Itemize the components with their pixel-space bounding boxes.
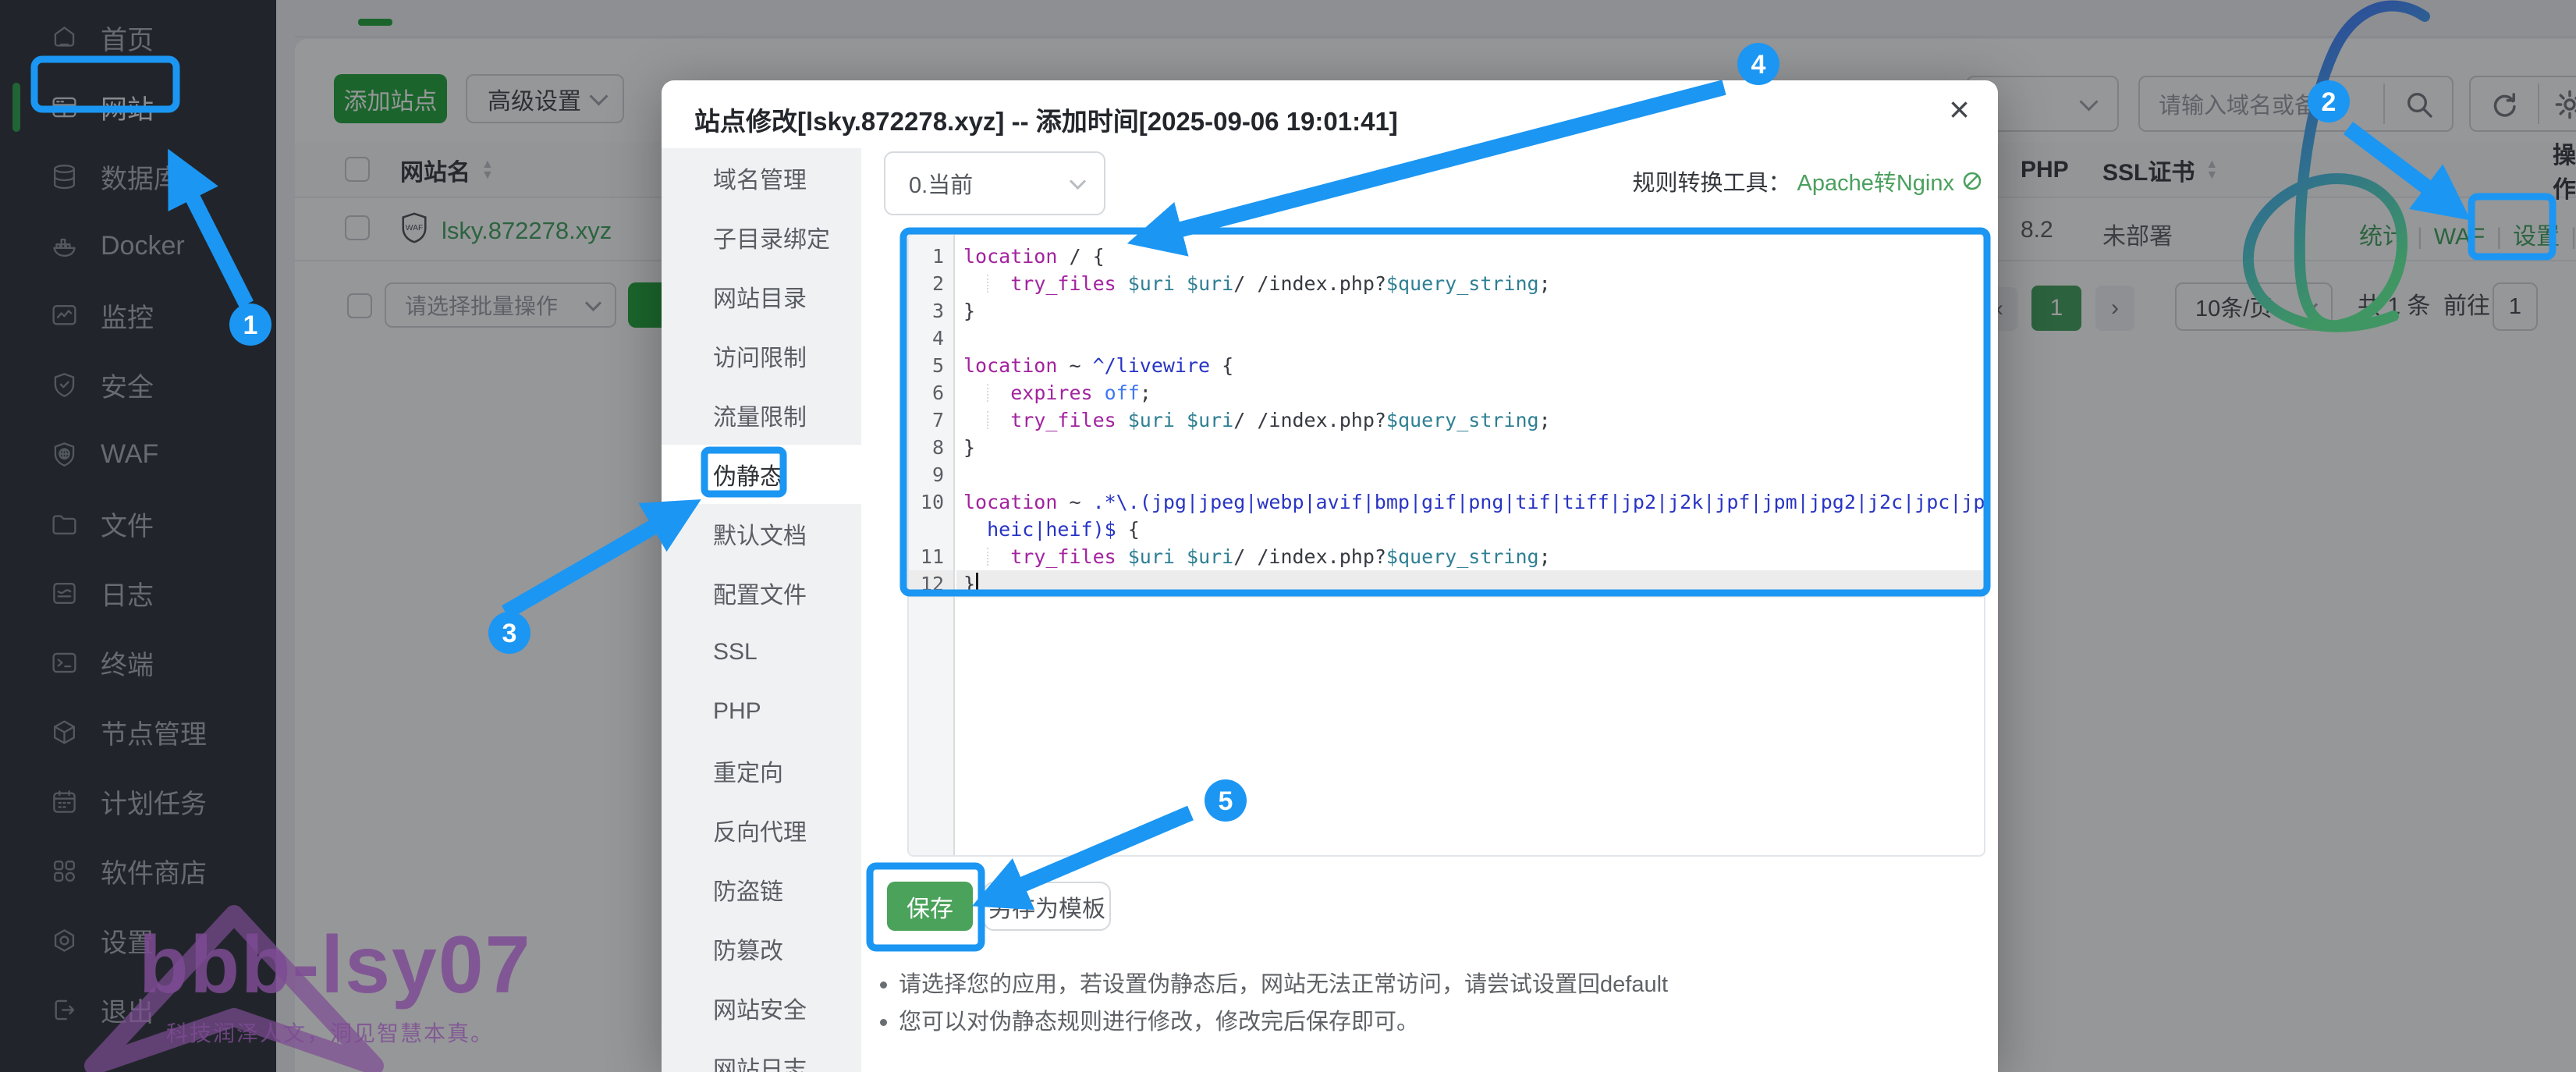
external-link-icon[interactable] bbox=[1960, 169, 1984, 193]
line-number: 3 bbox=[909, 297, 953, 325]
rule-version-select[interactable]: 0.当前 bbox=[884, 151, 1105, 215]
editor-gutter: 123456789101112 bbox=[909, 235, 955, 855]
note-item: 请选择您的应用，若设置伪静态后，网站无法正常访问，请尝试设置回default bbox=[878, 966, 1668, 1003]
line-number: 2 bbox=[909, 270, 953, 297]
code-line[interactable]: } bbox=[956, 570, 1984, 598]
modal-menu-item-6[interactable]: 默认文档 bbox=[662, 504, 861, 563]
line-number: 1 bbox=[909, 243, 953, 270]
save-as-template-button[interactable]: 另存为模板 bbox=[983, 882, 1111, 931]
modal-menu-item-15[interactable]: 网站日志 bbox=[662, 1038, 861, 1072]
code-line[interactable] bbox=[956, 325, 1984, 352]
code-line[interactable]: try_files $uri $uri/ /index.php?$query_s… bbox=[956, 270, 1984, 297]
line-number: 12 bbox=[909, 570, 953, 598]
modal-menu-item-0[interactable]: 域名管理 bbox=[662, 148, 861, 208]
line-number: 11 bbox=[909, 543, 953, 570]
code-line[interactable]: location ~ .*\.(jpg|jpeg|webp|avif|bmp|g… bbox=[956, 488, 1984, 516]
screenshot-root: 首页网站数据库Docker监控安全WAF文件日志终端节点管理计划任务软件商店设置… bbox=[0, 0, 2576, 1072]
line-number: 10 bbox=[909, 488, 953, 516]
code-line[interactable]: expires off; bbox=[956, 379, 1984, 406]
modal-menu-item-7[interactable]: 配置文件 bbox=[662, 563, 861, 623]
close-icon[interactable]: × bbox=[1949, 91, 1970, 127]
site-edit-modal: 站点修改[lsky.872278.xyz] -- 添加时间[2025-09-06… bbox=[662, 80, 1998, 1072]
line-number: 9 bbox=[909, 461, 953, 488]
modal-menu-item-14[interactable]: 网站安全 bbox=[662, 978, 861, 1038]
code-line[interactable] bbox=[956, 461, 1984, 488]
modal-menu-item-2[interactable]: 网站目录 bbox=[662, 267, 861, 326]
modal-menu-item-8[interactable]: SSL bbox=[662, 623, 861, 682]
code-line[interactable]: } bbox=[956, 434, 1984, 461]
apache-to-nginx-link[interactable]: Apache转Nginx bbox=[1797, 165, 1955, 197]
text-cursor bbox=[976, 573, 978, 594]
code-line[interactable]: try_files $uri $uri/ /index.php?$query_s… bbox=[956, 543, 1984, 570]
modal-notes: 请选择您的应用，若设置伪静态后，网站无法正常访问，请尝试设置回default您可… bbox=[878, 966, 1668, 1041]
chevron-down-icon bbox=[1070, 172, 1086, 189]
modal-menu-item-5[interactable]: 伪静态 bbox=[662, 445, 861, 504]
editor-code[interactable]: location / { try_files $uri $uri/ /index… bbox=[956, 235, 1984, 855]
line-number: 5 bbox=[909, 352, 953, 379]
save-button[interactable]: 保存 bbox=[887, 882, 973, 931]
modal-menu-item-13[interactable]: 防篡改 bbox=[662, 919, 861, 978]
modal-side-menu: 域名管理子目录绑定网站目录访问限制流量限制伪静态默认文档配置文件SSLPHP重定… bbox=[662, 148, 861, 1072]
tool-label: 规则转换工具： bbox=[1632, 165, 1790, 197]
code-line[interactable]: } bbox=[956, 297, 1984, 325]
modal-menu-item-9[interactable]: PHP bbox=[662, 682, 861, 741]
modal-menu-item-3[interactable]: 访问限制 bbox=[662, 326, 861, 385]
line-number bbox=[909, 516, 953, 543]
line-number: 4 bbox=[909, 325, 953, 352]
line-number: 7 bbox=[909, 406, 953, 434]
modal-menu-item-11[interactable]: 反向代理 bbox=[662, 800, 861, 860]
modal-title: 站点修改[lsky.872278.xyz] -- 添加时间[2025-09-06… bbox=[694, 101, 1398, 138]
modal-menu-item-12[interactable]: 防盗链 bbox=[662, 860, 861, 919]
rule-convert-tool: 规则转换工具： Apache转Nginx bbox=[1632, 165, 1984, 197]
code-line[interactable]: location / { bbox=[956, 243, 1984, 270]
code-line[interactable]: location ~ ^/livewire { bbox=[956, 352, 1984, 379]
code-line[interactable]: heic|heif)$ { bbox=[956, 516, 1984, 543]
rule-version-value: 0.当前 bbox=[909, 167, 973, 200]
line-number: 6 bbox=[909, 379, 953, 406]
modal-menu-item-10[interactable]: 重定向 bbox=[662, 741, 861, 800]
code-line[interactable]: try_files $uri $uri/ /index.php?$query_s… bbox=[956, 406, 1984, 434]
modal-menu-item-1[interactable]: 子目录绑定 bbox=[662, 208, 861, 267]
line-number: 8 bbox=[909, 434, 953, 461]
note-item: 您可以对伪静态规则进行修改，修改完后保存即可。 bbox=[878, 1003, 1668, 1041]
modal-menu-item-4[interactable]: 流量限制 bbox=[662, 385, 861, 445]
rewrite-rule-editor[interactable]: 123456789101112 location / { try_files $… bbox=[907, 233, 1985, 857]
